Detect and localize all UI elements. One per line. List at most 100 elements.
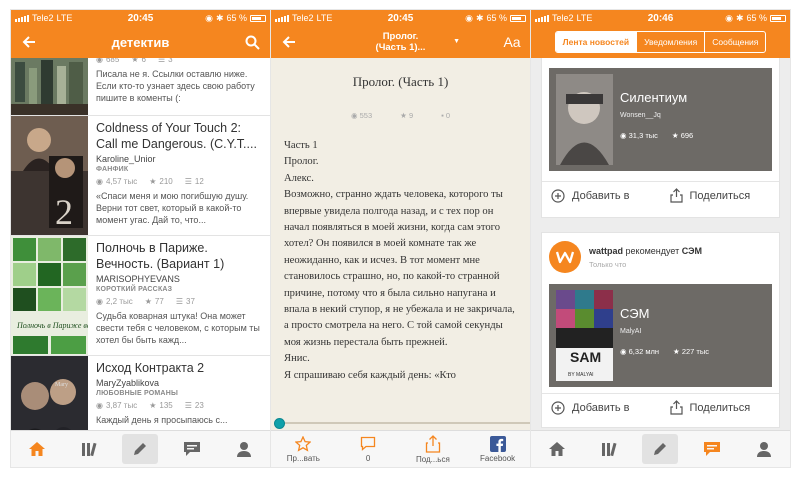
tab-notifications[interactable]: Уведомления (636, 32, 704, 52)
story-title: СЭМ (620, 306, 650, 321)
cover-text: 2 (55, 192, 73, 232)
story-title[interactable]: Исход Контракта 2 (96, 360, 266, 376)
chapter-title-line1: Пролог. (382, 31, 419, 42)
parts-count: ☰ 37 (175, 297, 195, 306)
share-button[interactable]: Поделиться (661, 188, 780, 203)
news-feed[interactable]: Силентиум Wonsen__Jq ◉ 31,3 тыс ★ 696 До… (531, 58, 790, 430)
tab-home[interactable] (19, 434, 55, 464)
tab-write[interactable] (122, 434, 159, 464)
cover-text: Mary (55, 382, 68, 388)
story-author[interactable]: MaryZyablikova (96, 378, 266, 388)
tab-profile[interactable] (226, 434, 262, 464)
tab-library[interactable] (71, 434, 107, 464)
tab-library[interactable] (591, 434, 627, 464)
reader-header: Пролог. (Часть 1)... ▼ Aa (271, 26, 530, 58)
tab-messages[interactable]: Сообщения (704, 32, 765, 52)
battery-percent: 65 % (226, 13, 247, 23)
story-list[interactable]: ◉ 685 ★ 6 ☰ 3 Писала не я. Ссылки оставлю н… (11, 58, 270, 430)
add-to-library-button[interactable]: Добавить в (542, 400, 661, 415)
paragraph: Алекс. (284, 172, 314, 184)
reading-progress-bar[interactable] (279, 422, 530, 424)
comments-button[interactable]: 0 (339, 436, 397, 463)
alarm-icon: ◉ (725, 12, 733, 23)
star-icon: ★ (671, 131, 681, 140)
paragraph: Часть 1 (284, 140, 318, 151)
card-actions: Добавить в Поделиться (542, 181, 779, 209)
reads-count: ◉ 3,87 тыс (96, 401, 138, 410)
wattpad-logo (549, 241, 581, 273)
story-cover: Mary (11, 356, 88, 430)
feed-card: wattpad рекомендует СЭМ Только что SAM B… (541, 232, 780, 428)
eye-icon: ◉ (350, 111, 360, 120)
signal-icon (15, 14, 29, 22)
story-genre: ЛЮБОВНЫЕ РОМАНЫ (96, 390, 178, 397)
carrier-name: Tele2 (292, 13, 314, 23)
story-author[interactable]: Karoline_Unior (96, 154, 266, 164)
vote-button[interactable]: Пр...вать (274, 435, 332, 463)
story-author[interactable]: MARISOPHYEVANS (96, 274, 266, 284)
feed-header: Лента новостей Уведомления Сообщения (531, 26, 790, 58)
share-label: Под...ься (415, 454, 450, 464)
story-title[interactable]: Полночь в Париже. Вечность. (Вариант 1) (96, 240, 266, 272)
tab-news-feed[interactable]: Лента новостей (555, 32, 637, 52)
chapter-heading: Пролог. (Часть 1) (352, 74, 449, 89)
battery-percent: 65 % (746, 13, 767, 23)
write-icon (654, 443, 667, 455)
story-cover: SAM BY MALYAI (556, 290, 613, 381)
battery-icon (510, 14, 526, 22)
story-item[interactable]: Mary Исход Контракта 2 MaryZyablikova ЛЮ… (11, 356, 270, 430)
star-icon: ★ (144, 297, 152, 306)
back-button[interactable] (271, 26, 307, 58)
story-description: Судьба коварная штука! Она может свести … (96, 311, 260, 345)
facebook-label: Facebook (480, 453, 516, 463)
tab-messages[interactable] (174, 434, 210, 464)
tab-home[interactable] (539, 434, 575, 464)
story-item[interactable]: 2 Coldness of Your Touch 2: Call me Dang… (11, 116, 270, 236)
chapter-title-line2: (Часть 1)... (375, 42, 426, 53)
story-title[interactable]: Coldness of Your Touch 2: Call me Danger… (96, 120, 266, 152)
status-bar: Tele2 LTE 20:45 ◉ ✱ 65 % (271, 10, 530, 26)
messages-icon (184, 442, 201, 456)
add-to-library-button[interactable]: Добавить в (542, 188, 661, 203)
plus-circle-icon (551, 400, 565, 415)
parts-count: ☰ 3 (158, 58, 173, 64)
star-icon: ★ (131, 58, 139, 64)
back-arrow-icon (282, 36, 295, 48)
story-title: Силентиум (620, 90, 688, 105)
chapter-selector[interactable]: Пролог. (Часть 1)... ▼ (331, 31, 470, 53)
reads-count: ◉ 4,57 тыс (96, 177, 138, 186)
chapter-stats: ◉ 553 ★ 9 ▪ 0 (271, 111, 530, 120)
story-promo[interactable]: Силентиум Wonsen__Jq ◉ 31,3 тыс ★ 696 (549, 68, 772, 171)
segmented-control: Лента новостей Уведомления Сообщения (554, 31, 767, 53)
share-button[interactable]: Поделиться (661, 400, 780, 415)
battery-icon (770, 14, 786, 22)
story-item[interactable]: Полночь в Париже вечность Полночь в Пари… (11, 236, 270, 356)
votes-count: ★ 210 (149, 177, 173, 186)
network-type: LTE (576, 13, 593, 23)
wattpad-logo-icon (555, 251, 575, 264)
votes-count: ★ 227 тыс (673, 347, 709, 356)
reader-content[interactable]: Пролог. (Часть 1) ◉ 553 ★ 9 ▪ 0 Часть 1 … (271, 58, 530, 430)
battery-percent: 65 % (486, 13, 507, 23)
tab-write[interactable] (642, 434, 679, 464)
paragraph: Возможно, странно ждать человека, которо… (284, 189, 515, 348)
network-type: LTE (56, 13, 73, 23)
library-icon (81, 442, 97, 457)
back-button[interactable] (11, 26, 47, 58)
chevron-down-icon: ▼ (453, 38, 460, 45)
alarm-icon: ◉ (465, 12, 473, 23)
tab-messages[interactable] (694, 434, 730, 464)
story-item[interactable]: ◉ 685 ★ 6 ☰ 3 Писала не я. Ссылки оставлю н… (11, 58, 270, 116)
tab-profile[interactable] (746, 434, 782, 464)
star-icon: ★ (673, 347, 682, 356)
story-promo[interactable]: SAM BY MALYAI СЭМ MalyAI ◉ 6,32 млн ★ 22… (549, 284, 772, 387)
story-cover: 2 (11, 116, 88, 235)
cover-text: Полночь в Париже вечность (16, 321, 88, 330)
reading-progress-handle[interactable] (274, 418, 285, 429)
font-settings-button[interactable]: Aa (494, 26, 530, 58)
library-icon (601, 442, 617, 457)
alarm-icon: ◉ (205, 12, 213, 23)
search-button[interactable] (234, 26, 270, 58)
share-button[interactable]: Под...ься (404, 434, 462, 464)
facebook-button[interactable]: Facebook (469, 435, 527, 463)
